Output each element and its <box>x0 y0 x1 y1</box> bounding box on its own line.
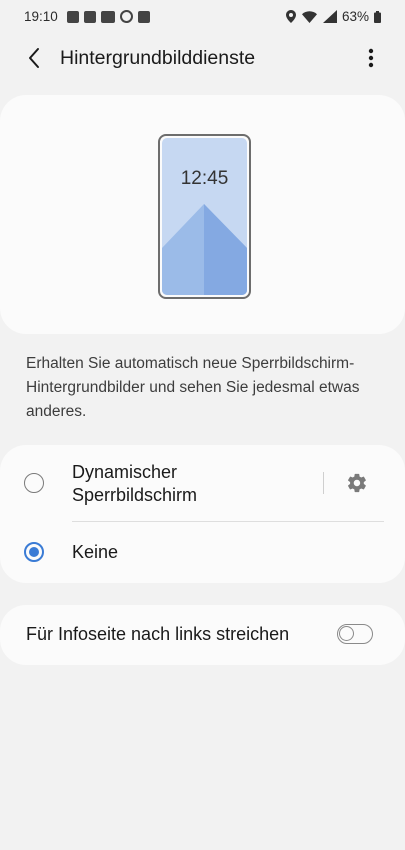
status-time: 19:10 <box>24 9 58 24</box>
status-left: 19:10 <box>24 9 150 24</box>
option-none[interactable]: Keine <box>0 522 405 583</box>
battery-icon <box>374 10 381 23</box>
wifi-icon <box>301 11 317 23</box>
swipe-toggle-switch[interactable] <box>337 624 373 644</box>
phone-preview: 12:45 <box>158 134 251 299</box>
battery-percent: 63% <box>341 9 369 24</box>
wallpaper-service-options: Dynamischer Sperrbildschirm Keine <box>0 445 405 583</box>
settings-button[interactable] <box>341 467 373 499</box>
preview-clock: 12:45 <box>180 168 229 189</box>
vertical-divider <box>323 472 324 494</box>
mail-icon <box>83 10 96 23</box>
more-vertical-icon <box>368 48 374 68</box>
swipe-info-page-setting[interactable]: Für Infoseite nach links streichen <box>0 605 405 665</box>
lockscreen-preview-card: 12:45 <box>0 95 405 334</box>
voicemail-icon <box>100 10 115 23</box>
more-options-button[interactable] <box>359 42 383 74</box>
status-right: 63% <box>285 9 381 24</box>
back-button[interactable] <box>18 42 50 74</box>
status-bar: 19:10 63% <box>0 0 405 34</box>
gear-icon <box>348 473 366 493</box>
wallpaper-preview <box>162 138 247 295</box>
option-label: Keine <box>72 542 119 562</box>
chat-icon <box>66 10 79 23</box>
option-dynamic-lockscreen[interactable]: Dynamischer Sperrbildschirm <box>0 445 405 521</box>
swipe-setting-label: Für Infoseite nach links streichen <box>26 624 290 644</box>
toolbar: Hintergrundbilddienste <box>0 36 405 80</box>
option-label: Dynamischer Sperrbildschirm <box>72 462 198 505</box>
radio-button-unchecked[interactable] <box>24 473 44 493</box>
signal-icon <box>322 10 337 23</box>
image-icon <box>137 10 150 23</box>
location-icon <box>285 10 296 23</box>
sync-icon <box>119 10 133 23</box>
chevron-left-icon <box>29 48 39 68</box>
toggle-knob <box>339 626 354 641</box>
radio-button-checked[interactable] <box>24 542 44 562</box>
wallpaper-graphic <box>162 138 247 295</box>
page-title: Hintergrundbilddienste <box>60 47 256 69</box>
service-description: Erhalten Sie automatisch neue Sperrbilds… <box>26 355 360 420</box>
